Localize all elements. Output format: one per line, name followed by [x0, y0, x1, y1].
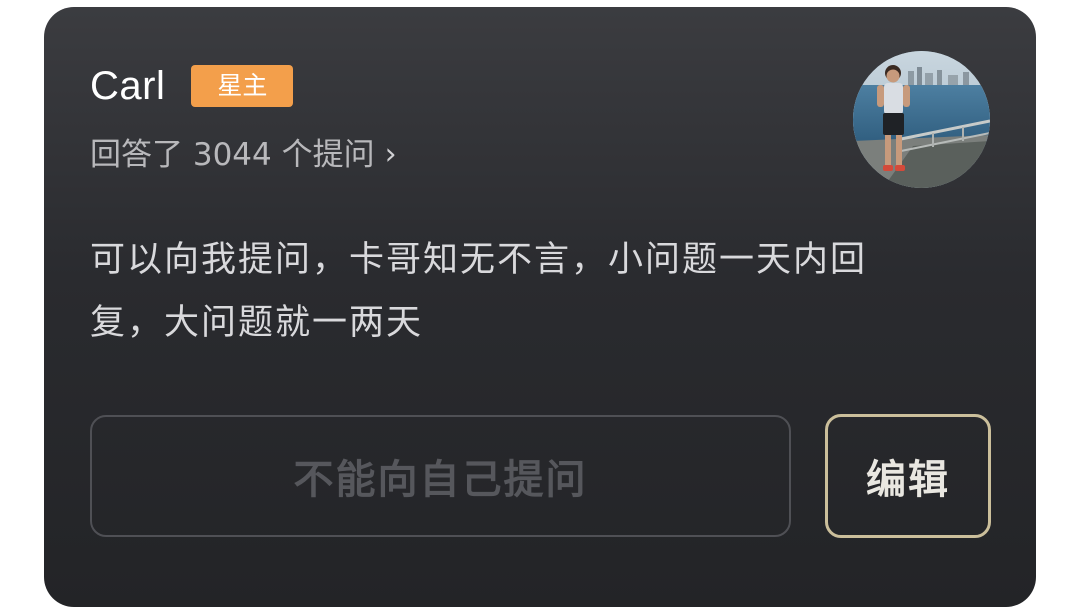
avatar[interactable] — [853, 51, 990, 188]
name-row: Carl 星主 — [90, 64, 294, 108]
avatar-photo-icon — [853, 51, 990, 188]
ask-question-input[interactable]: 不能向自己提问 — [90, 415, 791, 537]
owner-badge: 星主 — [191, 65, 294, 107]
answered-count-text: 回答了 3044 个提问 — [90, 137, 375, 173]
profile-card: Carl 星主 回答了 3044 个提问 › 可以向我提问，卡哥知无不言，小问题… — [44, 7, 1036, 607]
edit-button[interactable]: 编辑 — [825, 414, 991, 538]
answered-questions-link[interactable]: 回答了 3044 个提问 › — [90, 135, 397, 175]
user-name: Carl — [90, 64, 166, 108]
chevron-right-icon: › — [384, 137, 397, 172]
bio-text: 可以向我提问，卡哥知无不言，小问题一天内回复，大问题就一两天 — [90, 240, 868, 343]
